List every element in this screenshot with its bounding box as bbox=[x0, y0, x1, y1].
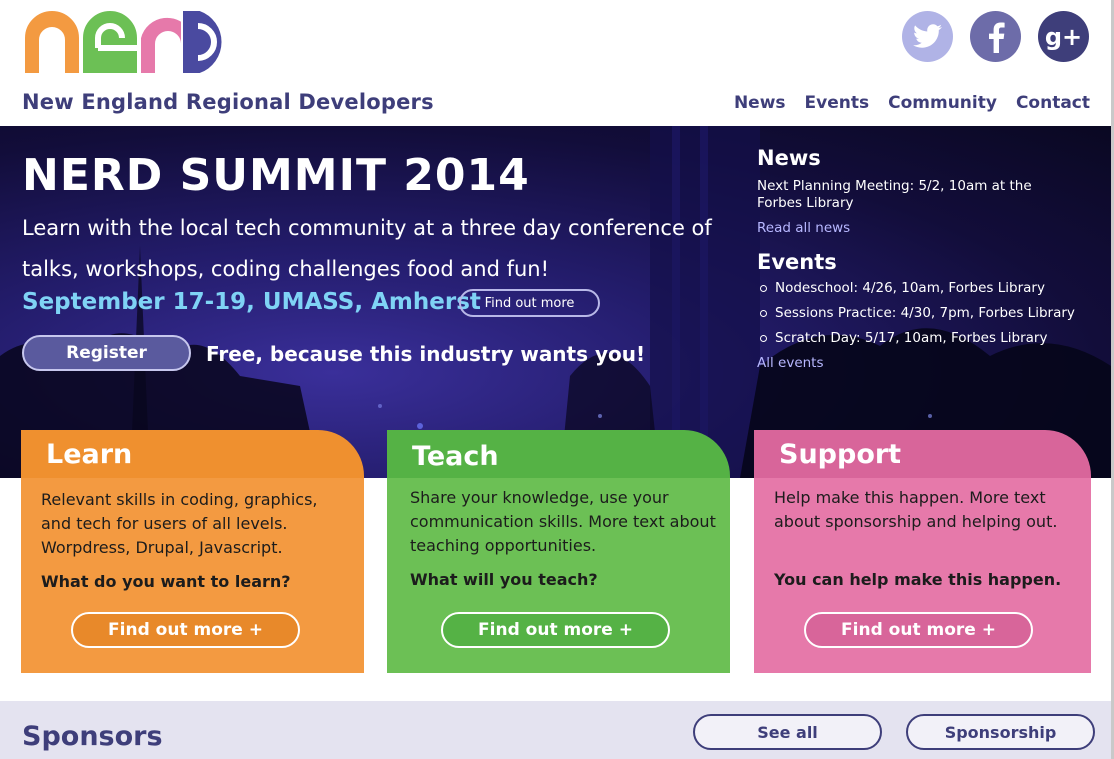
learn-card-body: Relevant skills in coding, graphics, and… bbox=[21, 478, 364, 673]
site-title: New England Regional Developers bbox=[22, 90, 434, 114]
nav-news[interactable]: News bbox=[734, 93, 786, 113]
teach-card-title: Teach bbox=[412, 441, 499, 472]
sponsors-section: Sponsors See all Sponsorship bbox=[0, 701, 1111, 759]
support-card-title: Support bbox=[779, 439, 902, 470]
hero-banner: NERD SUMMIT 2014 Learn with the local te… bbox=[0, 126, 1111, 478]
event-text: Nodeschool: 4/26, 10am, Forbes Library bbox=[775, 280, 1045, 296]
teach-card: Teach Share your knowledge, use your com… bbox=[387, 430, 730, 673]
support-card-question: You can help make this happen. bbox=[774, 570, 1062, 589]
teach-find-out-more-button[interactable]: Find out more + bbox=[441, 612, 670, 648]
support-card-header: Support bbox=[754, 430, 1091, 478]
news-item: Next Planning Meeting: 5/2, 10am at the … bbox=[757, 178, 1032, 211]
hero-date: September 17-19, UMASS, Amherst bbox=[22, 289, 481, 315]
sponsorship-button[interactable]: Sponsorship bbox=[906, 714, 1095, 750]
teach-card-question: What will you teach? bbox=[410, 570, 598, 589]
bullet-icon bbox=[760, 310, 767, 317]
events-heading: Events bbox=[757, 250, 837, 274]
bullet-icon bbox=[760, 335, 767, 342]
learn-card-question: What do you want to learn? bbox=[41, 572, 291, 591]
support-card-description: Help make this happen. More text about s… bbox=[774, 488, 1058, 531]
nav-community[interactable]: Community bbox=[888, 93, 997, 113]
read-all-news-link[interactable]: Read all news bbox=[757, 220, 1077, 236]
sponsors-heading: Sponsors bbox=[22, 721, 163, 752]
bullet-icon bbox=[760, 285, 767, 292]
facebook-icon[interactable] bbox=[970, 11, 1021, 62]
free-tagline: Free, because this industry wants you! bbox=[206, 342, 646, 366]
event-text: Sessions Practice: 4/30, 7pm, Forbes Lib… bbox=[775, 305, 1075, 321]
nav-contact[interactable]: Contact bbox=[1016, 93, 1090, 113]
support-card-body: Help make this happen. More text about s… bbox=[754, 478, 1091, 673]
events-list: Nodeschool: 4/26, 10am, Forbes Library S… bbox=[757, 280, 1077, 347]
event-text: Scratch Day: 5/17, 10am, Forbes Library bbox=[775, 330, 1048, 346]
see-all-button[interactable]: See all bbox=[693, 714, 882, 750]
nerd-logo[interactable] bbox=[22, 8, 236, 76]
teach-card-body: Share your knowledge, use your communica… bbox=[387, 478, 730, 673]
learn-card-header: Learn bbox=[21, 430, 364, 478]
event-item: Nodeschool: 4/26, 10am, Forbes Library bbox=[757, 280, 1077, 297]
teach-card-description: Share your knowledge, use your communica… bbox=[410, 488, 716, 555]
nav-events[interactable]: Events bbox=[805, 93, 870, 113]
news-heading: News bbox=[757, 146, 821, 170]
twitter-icon[interactable] bbox=[902, 11, 953, 62]
teach-card-header: Teach bbox=[387, 430, 730, 478]
event-item: Sessions Practice: 4/30, 7pm, Forbes Lib… bbox=[757, 305, 1077, 322]
learn-card-description: Relevant skills in coding, graphics, and… bbox=[41, 490, 318, 557]
learn-card-title: Learn bbox=[46, 439, 133, 470]
learn-find-out-more-button[interactable]: Find out more + bbox=[71, 612, 300, 648]
support-card: Support Help make this happen. More text… bbox=[754, 430, 1091, 673]
main-nav: News Events Community Contact bbox=[734, 93, 1090, 113]
site-header: New England Regional Developers g+ News … bbox=[0, 0, 1114, 126]
hero-sidebar: News Next Planning Meeting: 5/2, 10am at… bbox=[757, 146, 1077, 371]
register-button[interactable]: Register bbox=[22, 335, 191, 371]
event-item: Scratch Day: 5/17, 10am, Forbes Library bbox=[757, 330, 1077, 347]
hero-description: Learn with the local tech community at a… bbox=[22, 216, 712, 281]
hero-title: NERD SUMMIT 2014 bbox=[22, 150, 530, 201]
google-plus-icon[interactable]: g+ bbox=[1038, 11, 1089, 62]
hero-find-out-more-button[interactable]: Find out more bbox=[459, 289, 600, 317]
learn-card: Learn Relevant skills in coding, graphic… bbox=[21, 430, 364, 673]
all-events-link[interactable]: All events bbox=[757, 355, 1077, 371]
support-find-out-more-button[interactable]: Find out more + bbox=[804, 612, 1033, 648]
